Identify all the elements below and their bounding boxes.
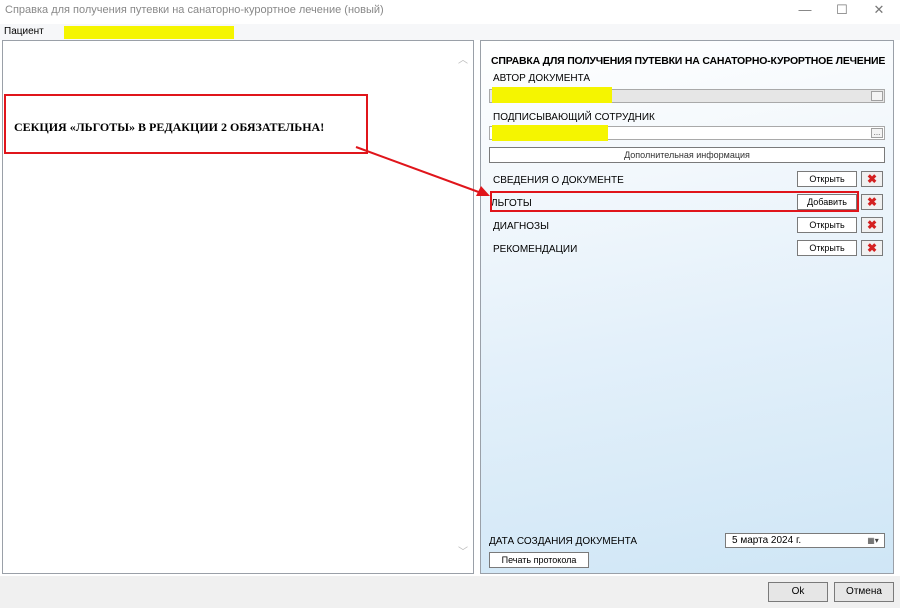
patient-value-redacted [64, 26, 234, 39]
maximize-button[interactable]: ☐ [827, 0, 857, 22]
form-title: СПРАВКА ДЛЯ ПОЛУЧЕНИЯ ПУТЕВКИ НА САНАТОР… [491, 55, 886, 67]
delete-icon[interactable]: ✖ [861, 171, 883, 187]
minimize-button[interactable]: — [790, 0, 820, 22]
footer-bar [0, 576, 900, 608]
extra-info-button[interactable]: Дополнительная информация [489, 147, 885, 163]
section-row-document-info: СВЕДЕНИЯ О ДОКУМЕНТЕ Открыть ✖ [489, 171, 885, 189]
section-row-recommendations: РЕКОМЕНДАЦИИ Открыть ✖ [489, 240, 885, 258]
delete-icon[interactable]: ✖ [861, 194, 883, 210]
section-label-benefits: ЛЬГОТЫ [491, 198, 532, 209]
scroll-up-icon[interactable]: ︿ [457, 55, 469, 67]
window-title: Справка для получения путевки на санатор… [5, 4, 384, 16]
section-row-benefits: ЛЬГОТЫ Добавить ✖ [489, 194, 885, 212]
patient-bar: Пациент [0, 24, 900, 40]
patient-label: Пациент [4, 26, 44, 37]
signer-label: ПОДПИСЫВАЮЩИЙ СОТРУДНИК [493, 112, 655, 123]
author-picker-button[interactable] [871, 91, 883, 101]
signer-picker-button[interactable]: ... [871, 128, 883, 138]
annotation-box: СЕКЦИЯ «ЛЬГОТЫ» В РЕДАКЦИИ 2 ОБЯЗАТЕЛЬНА… [4, 94, 368, 154]
creation-date-picker[interactable]: 5 марта 2024 г. ▦▾ [725, 533, 885, 548]
open-diagnoses-button[interactable]: Открыть [797, 217, 857, 233]
author-value-redacted [492, 87, 612, 103]
open-document-info-button[interactable]: Открыть [797, 171, 857, 187]
scroll-down-icon[interactable]: ﹀ [457, 547, 469, 559]
form-pane: СПРАВКА ДЛЯ ПОЛУЧЕНИЯ ПУТЕВКИ НА САНАТОР… [480, 40, 894, 574]
author-field[interactable] [489, 87, 885, 103]
annotation-text: СЕКЦИЯ «ЛЬГОТЫ» В РЕДАКЦИИ 2 ОБЯЗАТЕЛЬНА… [14, 120, 325, 134]
calendar-icon[interactable]: ▦▾ [863, 535, 883, 546]
creation-date-value: 5 марта 2024 г. [732, 535, 802, 546]
print-protocol-button[interactable]: Печать протокола [489, 552, 589, 568]
open-recommendations-button[interactable]: Открыть [797, 240, 857, 256]
section-label-document-info: СВЕДЕНИЯ О ДОКУМЕНТЕ [493, 175, 624, 186]
section-row-diagnoses: ДИАГНОЗЫ Открыть ✖ [489, 217, 885, 235]
signer-value-redacted [492, 125, 608, 141]
section-label-diagnoses: ДИАГНОЗЫ [493, 221, 549, 232]
creation-date-label: ДАТА СОЗДАНИЯ ДОКУМЕНТА [489, 536, 638, 547]
delete-icon[interactable]: ✖ [861, 217, 883, 233]
signer-field[interactable]: ... [489, 125, 885, 141]
delete-icon[interactable]: ✖ [861, 240, 883, 256]
add-benefits-button[interactable]: Добавить [797, 194, 857, 210]
author-label: АВТОР ДОКУМЕНТА [493, 73, 591, 84]
close-button[interactable]: ✕ [864, 0, 894, 22]
cancel-button[interactable]: Отмена [834, 582, 894, 602]
title-bar: Справка для получения путевки на санатор… [0, 0, 900, 22]
section-label-recommendations: РЕКОМЕНДАЦИИ [493, 244, 578, 255]
ok-button[interactable]: Ok [768, 582, 828, 602]
